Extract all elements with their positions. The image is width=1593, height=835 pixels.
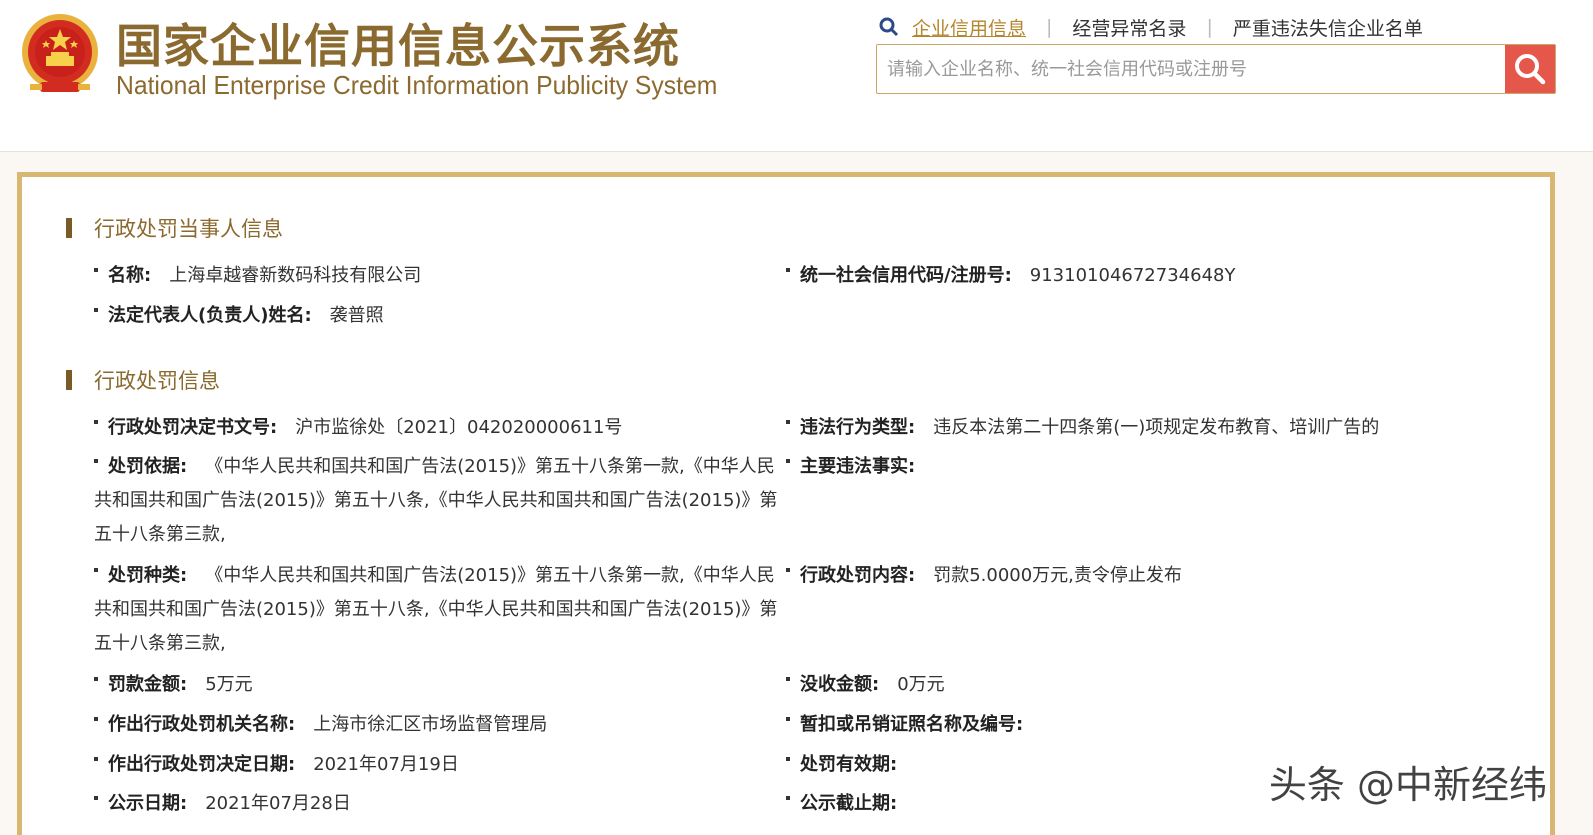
bullet-dot [786,757,790,761]
field-fine-amount: 罚款金额: 5万元 [94,668,253,702]
field-label: 行政处罚决定书文号: [108,417,278,438]
field-label: 行政处罚内容: [800,565,916,586]
field-license-revocation: 暂扣或吊销证照名称及编号: [786,708,1041,742]
bullet-dot [94,677,98,681]
field-value: 《中华人民共和国共和国广告法(2015)》第五十八条第一款,《中华人民共和国共和… [94,456,778,545]
nav-link-abnormal-list[interactable]: 经营异常名录 [1072,14,1186,41]
field-credit-code: 统一社会信用代码/注册号: 91310104672734648Y [786,259,1235,293]
section-party-info: 行政处罚当事人信息 [66,213,283,243]
site-title-english: National Enterprise Credit Information P… [116,70,718,100]
field-penalty-basis: 处罚依据: 《中华人民共和国共和国广告法(2015)》第五十八条第一款,《中华人民… [94,450,780,552]
field-value: 上海市徐汇区市场监督管理局 [313,714,548,735]
bullet-dot [786,459,790,463]
detail-panel: 行政处罚当事人信息 名称: 上海卓越睿新数码科技有限公司 统一社会信用代码/注册号… [17,172,1555,835]
field-label: 处罚有效期: [800,754,898,775]
section-marker [66,218,72,238]
nav-separator: | [1206,16,1213,38]
search-icon [1515,54,1546,85]
nav-link-serious-violation-list[interactable]: 严重违法失信企业名单 [1233,14,1423,41]
field-label: 名称: [108,265,152,286]
search-input[interactable] [877,45,1505,93]
field-label: 处罚依据: [108,456,188,477]
field-value: 沪市监徐处〔2021〕042020000611号 [295,417,623,438]
field-label: 作出行政处罚决定日期: [108,754,296,775]
field-label: 法定代表人(负责人)姓名: [108,305,312,326]
field-validity-period: 处罚有效期: [786,748,915,782]
bullet-dot [94,308,98,312]
bullet-dot [94,459,98,463]
bullet-dot [786,717,790,721]
field-penalty-content: 行政处罚内容: 罚款5.0000万元,责令停止发布 [786,559,1182,593]
field-value: 0万元 [897,674,945,695]
bullet-dot [94,568,98,572]
field-penalty-kind: 处罚种类: 《中华人民共和国共和国广告法(2015)》第五十八条第一款,《中华人民… [94,559,780,661]
bullet-dot [94,420,98,424]
bullet-dot [94,757,98,761]
field-name: 名称: 上海卓越睿新数码科技有限公司 [94,259,421,293]
section-penalty-info: 行政处罚信息 [66,365,220,395]
field-publish-date: 公示日期: 2021年07月28日 [94,787,351,821]
nav-separator: | [1046,16,1053,38]
field-violation-type: 违法行为类型: 违反本法第二十四条第(一)项规定发布教育、培训广告的 [786,411,1379,445]
section-title-text: 行政处罚信息 [94,369,220,393]
bullet-dot [94,268,98,272]
field-main-facts: 主要违法事实: [786,450,933,484]
nav-link-enterprise-credit[interactable]: 企业信用信息 [912,14,1026,41]
field-value: 2021年07月28日 [205,793,351,814]
field-label: 作出行政处罚机关名称: [108,714,296,735]
national-emblem-icon [22,14,98,92]
field-decision-doc-no: 行政处罚决定书文号: 沪市监徐处〔2021〕042020000611号 [94,411,622,445]
watermark-text: 头条 @中新经纬 [1268,763,1547,807]
site-header: 国家企业信用信息公示系统 National Enterprise Credit … [0,0,1593,152]
bullet-dot [786,268,790,272]
bullet-dot [786,420,790,424]
bullet-dot [94,796,98,800]
section-marker [66,370,72,390]
field-label: 统一社会信用代码/注册号: [800,265,1012,286]
field-label: 主要违法事实: [800,456,916,477]
field-confiscation-amount: 没收金额: 0万元 [786,668,945,702]
field-value: 5万元 [205,674,253,695]
field-label: 罚款金额: [108,674,188,695]
field-value: 2021年07月19日 [313,754,459,775]
field-value: 袭普照 [329,305,384,326]
top-navigation: 企业信用信息 | 经营异常名录 | 严重违法失信企业名单 [878,12,1423,42]
field-value: 罚款5.0000万元,责令停止发布 [933,565,1182,586]
bullet-dot [786,568,790,572]
field-label: 处罚种类: [108,565,188,586]
field-label: 违法行为类型: [800,417,916,438]
search-magnifier-icon [879,17,899,37]
field-decision-date: 作出行政处罚决定日期: 2021年07月19日 [94,748,459,782]
field-legal-rep: 法定代表人(负责人)姓名: 袭普照 [94,299,384,333]
section-title-text: 行政处罚当事人信息 [94,217,283,241]
field-publish-end-date: 公示截止期: [786,787,915,821]
bullet-dot [94,717,98,721]
field-value: 91310104672734648Y [1029,265,1236,286]
field-label: 暂扣或吊销证照名称及编号: [800,714,1024,735]
field-value: 《中华人民共和国共和国广告法(2015)》第五十八条第一款,《中华人民共和国共和… [94,565,778,654]
search-box [876,44,1556,94]
field-value: 上海卓越睿新数码科技有限公司 [169,265,422,286]
field-authority: 作出行政处罚机关名称: 上海市徐汇区市场监督管理局 [94,708,547,742]
site-title-chinese: 国家企业信用信息公示系统 [116,19,680,73]
search-button[interactable] [1505,45,1555,93]
field-label: 公示截止期: [800,793,898,814]
field-label: 没收金额: [800,674,880,695]
bullet-dot [786,796,790,800]
bullet-dot [786,677,790,681]
field-value: 违反本法第二十四条第(一)项规定发布教育、培训广告的 [933,417,1380,438]
field-label: 公示日期: [108,793,188,814]
